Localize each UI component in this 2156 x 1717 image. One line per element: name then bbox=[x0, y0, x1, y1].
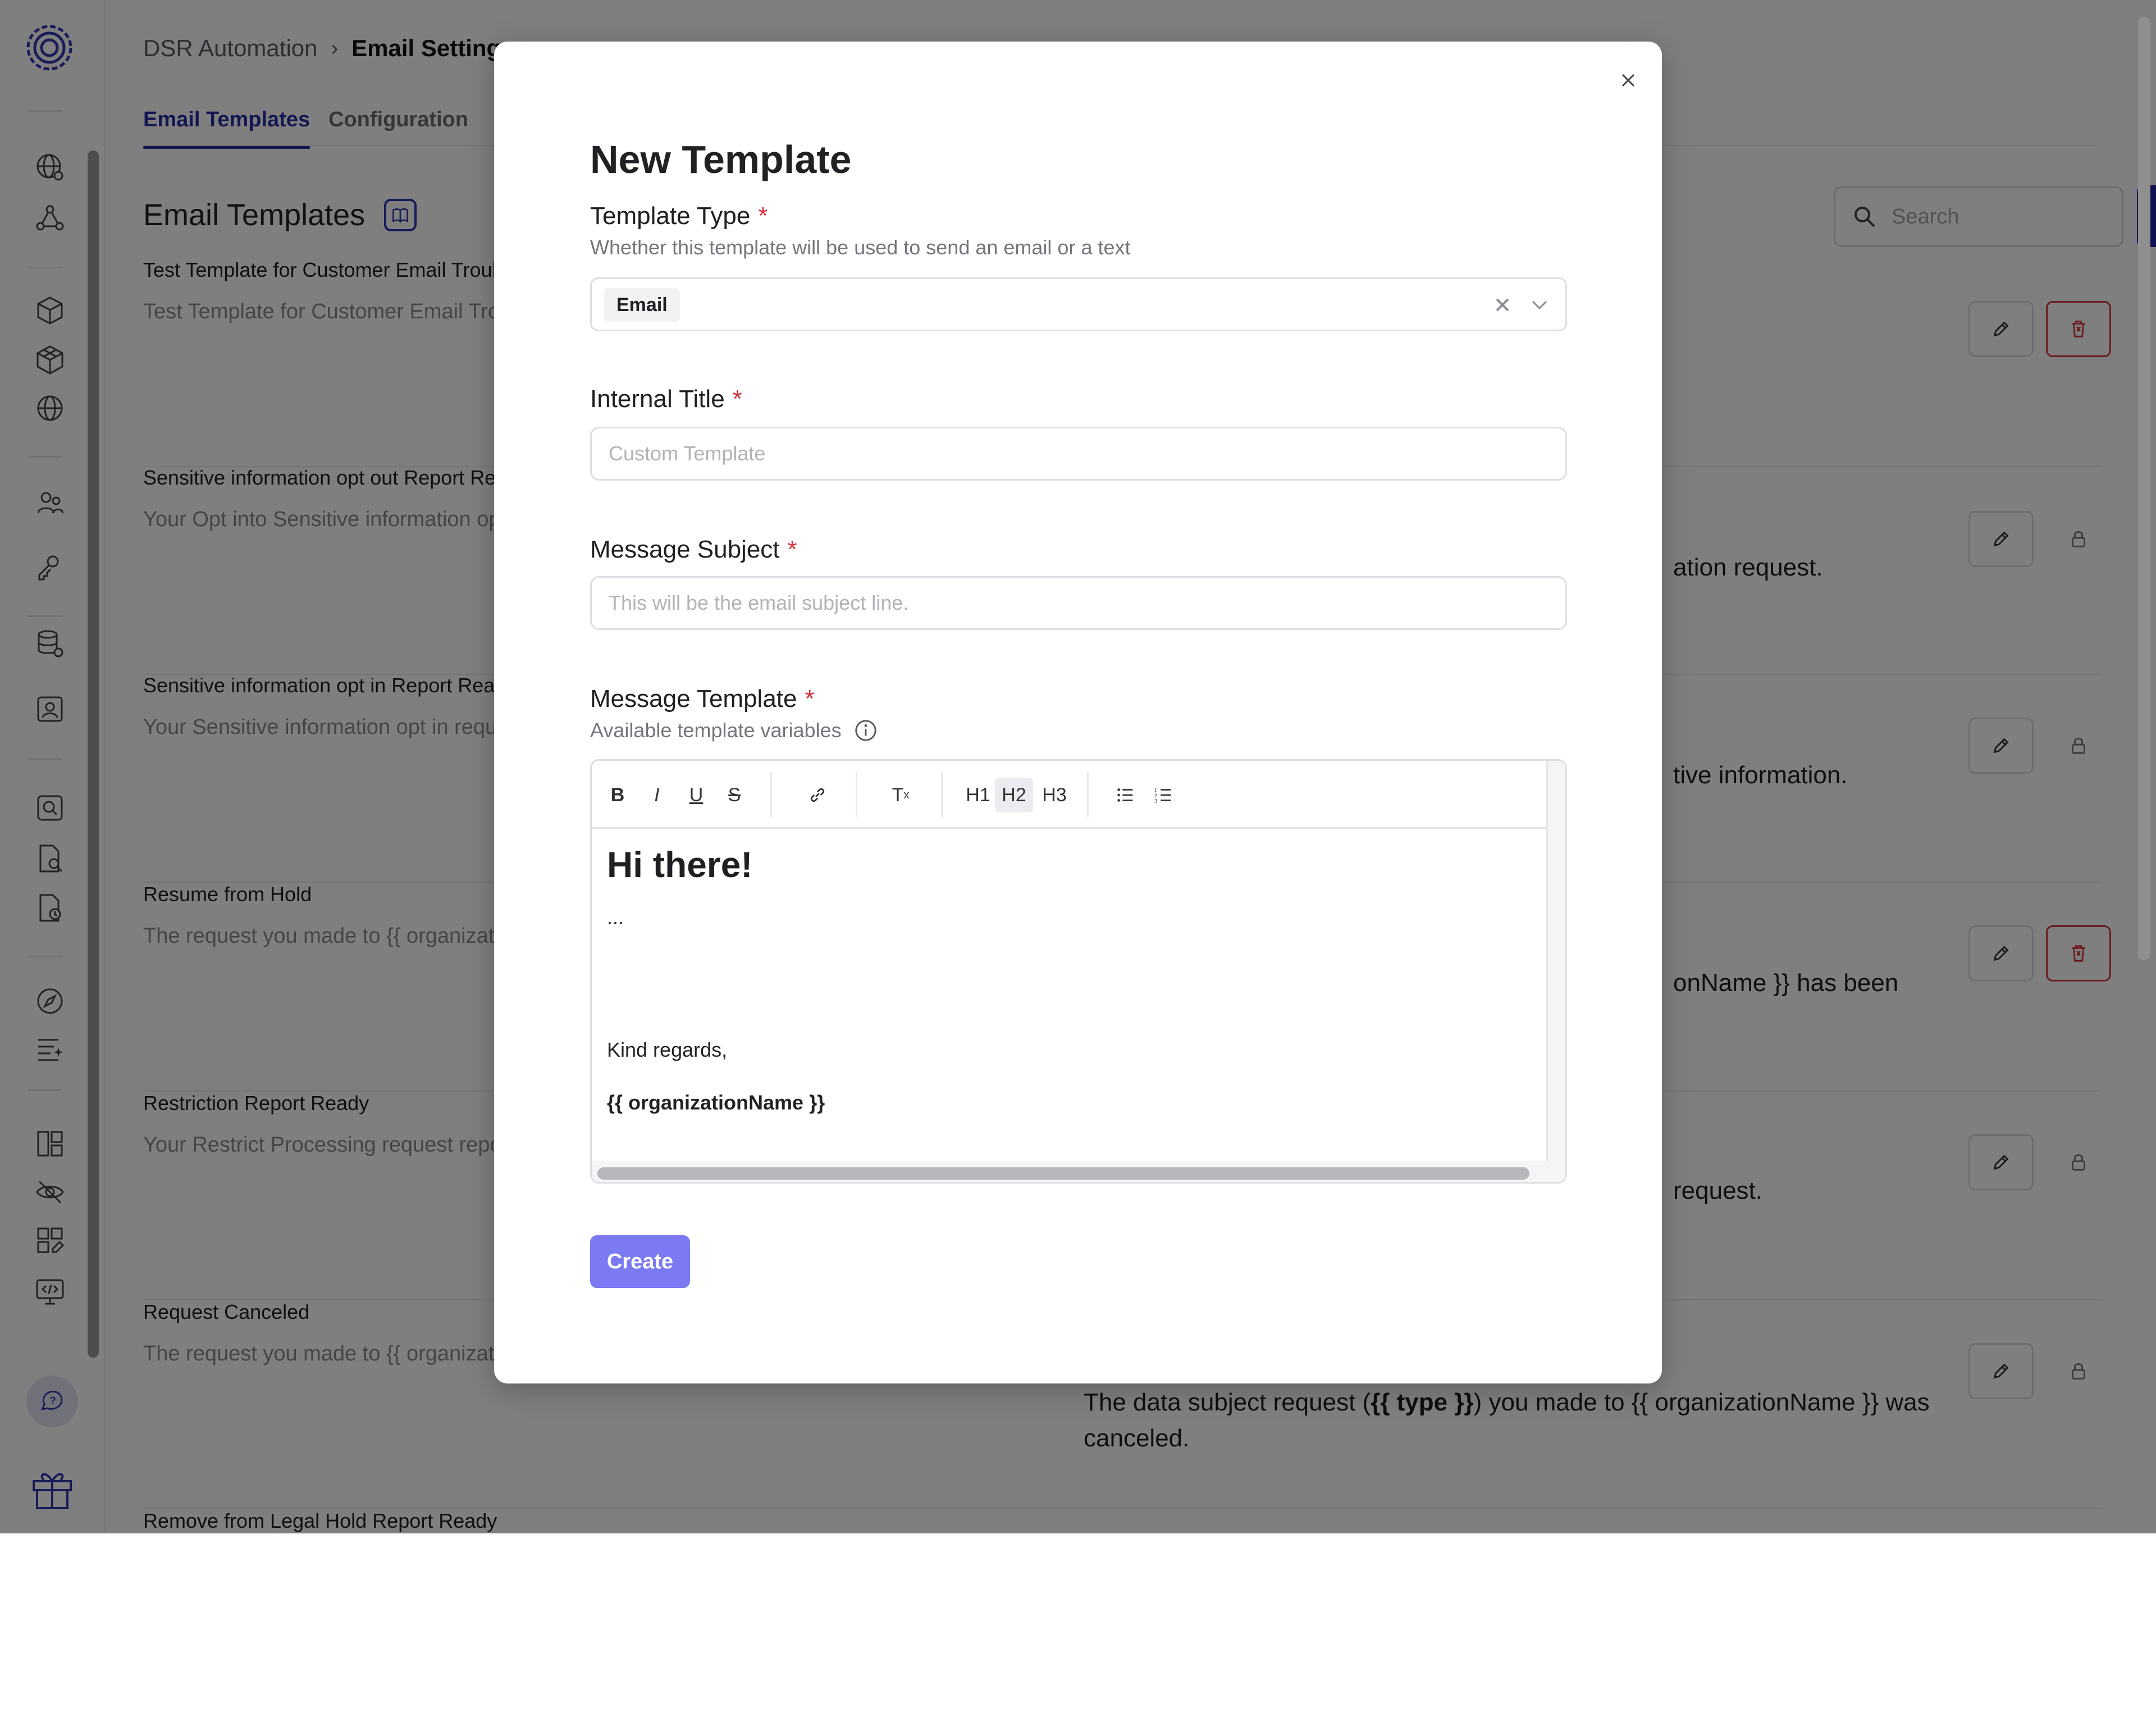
internal-title-input[interactable] bbox=[607, 441, 1553, 466]
required-marker: * bbox=[732, 385, 742, 413]
strikethrough-icon[interactable]: S bbox=[719, 778, 750, 812]
content-signature: {{ organizationName }} bbox=[607, 1091, 825, 1114]
toolbar-divider bbox=[941, 772, 943, 817]
toolbar-divider bbox=[856, 772, 857, 817]
toolbar-divider bbox=[1087, 772, 1089, 817]
svg-text:3: 3 bbox=[1154, 798, 1157, 804]
template-variables-help: Available template variables bbox=[590, 719, 878, 742]
clear-format-icon[interactable]: Tx bbox=[885, 778, 916, 812]
editor-content[interactable]: Hi there! ... Kind regards, {{ organizat… bbox=[607, 827, 1539, 1158]
bullet-list-icon[interactable] bbox=[1109, 778, 1141, 812]
selected-value-chip: Email bbox=[604, 288, 680, 322]
required-marker: * bbox=[758, 202, 768, 230]
clear-icon[interactable] bbox=[1490, 293, 1515, 317]
chevron-down-icon[interactable] bbox=[1527, 293, 1552, 317]
label-text: Template Type bbox=[590, 202, 751, 230]
internal-title-field[interactable] bbox=[590, 427, 1567, 481]
template-row[interactable]: Remove from Legal Hold Report Ready bbox=[143, 1509, 2100, 1717]
content-ellipsis: ... bbox=[607, 906, 624, 929]
label-text: Internal Title bbox=[590, 385, 725, 413]
editor-vertical-scrollbar[interactable] bbox=[1546, 761, 1565, 1161]
heading1-button[interactable]: H1 bbox=[962, 778, 994, 812]
info-icon[interactable] bbox=[854, 719, 878, 742]
message-template-label: Message Template * bbox=[590, 685, 815, 713]
heading3-button[interactable]: H3 bbox=[1039, 778, 1070, 812]
help-text: Available template variables bbox=[590, 719, 842, 742]
content-closing: Kind regards, bbox=[607, 1038, 728, 1061]
italic-icon[interactable]: I bbox=[641, 778, 673, 812]
content-heading: Hi there! bbox=[607, 844, 753, 885]
numbered-list-icon[interactable]: 123 bbox=[1148, 778, 1179, 812]
message-subject-input[interactable] bbox=[607, 591, 1553, 615]
rich-text-editor[interactable]: B I U S Tx H1 H2 H3 123 Hi there! ... Ki… bbox=[590, 759, 1567, 1184]
template-type-select[interactable]: Email bbox=[590, 277, 1567, 331]
heading2-button[interactable]: H2 bbox=[995, 778, 1033, 812]
underline-icon[interactable]: U bbox=[680, 778, 712, 812]
scroll-thumb[interactable] bbox=[597, 1167, 1529, 1180]
message-subject-label: Message Subject * bbox=[590, 536, 797, 564]
page-scrollbar[interactable] bbox=[2138, 17, 2150, 960]
required-marker: * bbox=[805, 685, 815, 713]
label-text: Message Subject bbox=[590, 536, 780, 563]
toolbar-divider bbox=[770, 772, 772, 817]
new-template-modal: New Template Template Type * Whether this… bbox=[494, 42, 1662, 1383]
editor-toolbar: B I U S Tx H1 H2 H3 123 bbox=[592, 761, 1546, 829]
app-root: ? DSR Automation › Email Settings Email … bbox=[0, 0, 2156, 1533]
link-icon[interactable] bbox=[802, 778, 833, 812]
message-subject-field[interactable] bbox=[590, 576, 1567, 630]
bold-icon[interactable]: B bbox=[602, 778, 633, 812]
modal-title: New Template bbox=[590, 138, 852, 181]
internal-title-label: Internal Title * bbox=[590, 385, 742, 413]
editor-horizontal-scrollbar[interactable] bbox=[592, 1161, 1565, 1182]
template-type-label: Template Type * bbox=[590, 202, 768, 230]
template-type-help: Whether this template will be used to se… bbox=[590, 236, 1131, 259]
label-text: Message Template bbox=[590, 685, 797, 713]
required-marker: * bbox=[787, 536, 797, 563]
close-icon[interactable] bbox=[1614, 66, 1642, 94]
create-button[interactable]: Create bbox=[590, 1235, 690, 1288]
